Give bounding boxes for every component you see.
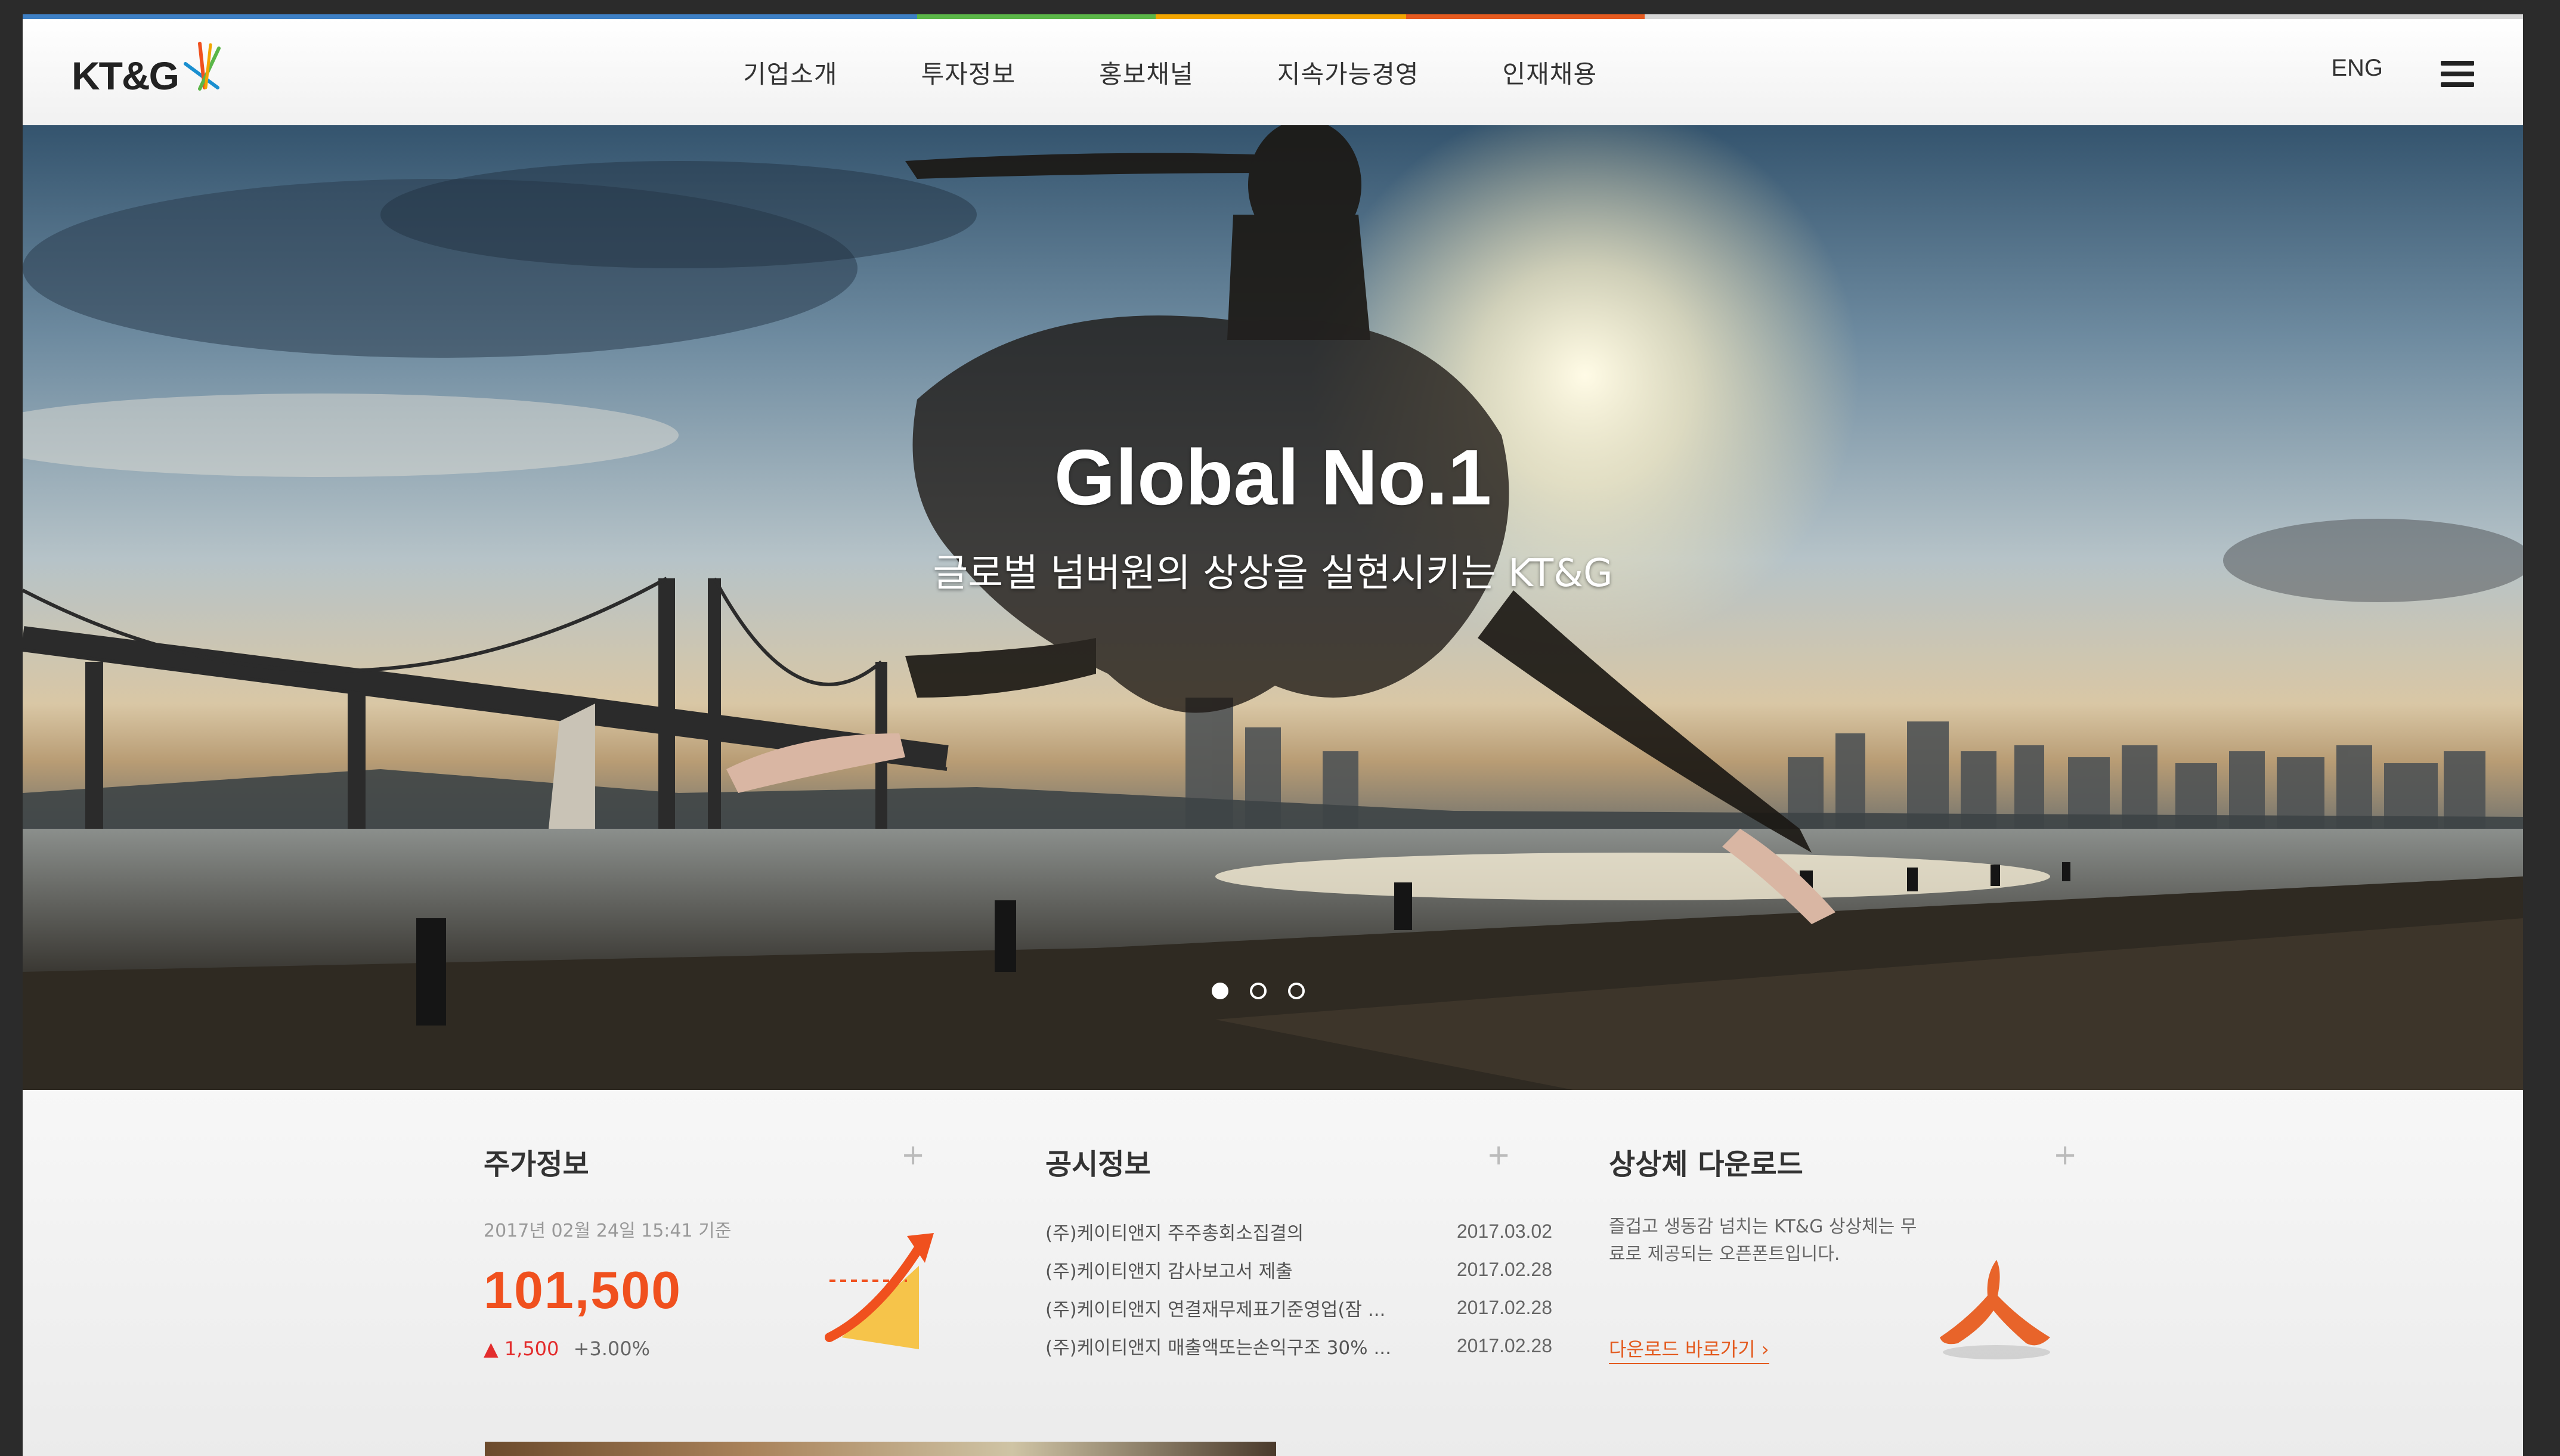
site-header: KT&G 기업소개 투자정보 홍보채널 지속가능경영 인재채용 ENG	[23, 19, 2523, 126]
notice-item-title: (주)케이티앤지 감사보고서 제출	[1045, 1260, 1293, 1282]
accent-bar-gray	[1645, 14, 2523, 19]
stock-change-value: 1,500	[504, 1337, 559, 1360]
download-link-label: 다운로드 바로가기	[1609, 1338, 1756, 1361]
slide-dot-1[interactable]	[1212, 983, 1228, 999]
slide-dot-3[interactable]	[1288, 983, 1305, 999]
logo[interactable]: KT&G	[72, 42, 224, 109]
plus-icon[interactable]: +	[2053, 1138, 2077, 1172]
list-item[interactable]: (주)케이티앤지 연결재무제표기준영업(잠 ... 2017.02.28	[1045, 1288, 1558, 1327]
hero-title: Global No.1	[1054, 433, 1492, 521]
next-section-preview	[485, 1442, 1276, 1456]
notice-item-title: (주)케이티앤지 연결재무제표기준영업(잠 ...	[1045, 1299, 1386, 1321]
notice-item-title: (주)케이티앤지 주주총회소집결의	[1045, 1222, 1304, 1244]
notice-item-date: 2017.02.28	[1456, 1296, 1552, 1318]
hero-subtitle: 글로벌 넘버원의 상상을 실현시키는 KT&G	[933, 552, 1613, 596]
notice-list: (주)케이티앤지 주주총회소집결의 2017.03.02 (주)케이티앤지 감사…	[1045, 1212, 1558, 1365]
hamburger-icon[interactable]	[2441, 61, 2474, 87]
font-download-description: 즐겁고 생동감 넘치는 KT&G 상상체는 무료로 제공되는 오픈폰트입니다.	[1609, 1216, 1917, 1265]
nav-item-careers[interactable]: 인재채용	[1503, 54, 1598, 91]
stock-change-pct: +3.00%	[573, 1337, 651, 1360]
stock-card: 주가정보 + 2017년 02월 24일 15:41 기준 101,500 ▲ …	[484, 1138, 996, 1415]
accent-bar-yellow	[1156, 14, 1406, 19]
info-section: 주가정보 + 2017년 02월 24일 15:41 기준 101,500 ▲ …	[23, 1090, 2523, 1456]
stock-date: 2017년 02월 24일 15:41 기준	[484, 1220, 732, 1241]
hero-photo	[23, 125, 2523, 1090]
logo-mark-icon	[183, 42, 221, 91]
list-item[interactable]: (주)케이티앤지 주주총회소집결의 2017.03.02	[1045, 1212, 1558, 1250]
notice-item-date: 2017.03.02	[1456, 1220, 1552, 1242]
logo-text: KT&G	[72, 54, 179, 98]
font-download-title: 상상체 다운로드	[1609, 1148, 1803, 1181]
plus-icon[interactable]: +	[901, 1138, 925, 1172]
up-arrow-icon: ▲	[484, 1337, 499, 1360]
accent-bar-green	[917, 14, 1156, 19]
nav-item-sustainability[interactable]: 지속가능경영	[1277, 54, 1419, 91]
hero-banner: Global No.1 글로벌 넘버원의 상상을 실현시키는 KT&G	[23, 125, 2523, 1090]
notice-item-title: (주)케이티앤지 매출액또는손익구조 30% ...	[1045, 1337, 1391, 1359]
list-item[interactable]: (주)케이티앤지 매출액또는손익구조 30% ... 2017.02.28	[1045, 1327, 1558, 1365]
plus-icon[interactable]: +	[1487, 1138, 1510, 1172]
accent-bar-blue	[23, 14, 917, 19]
nav-item-pr[interactable]: 홍보채널	[1099, 54, 1194, 91]
stock-price: 101,500	[484, 1260, 682, 1319]
notice-item-date: 2017.02.28	[1456, 1334, 1552, 1356]
stock-change: ▲ 1,500 +3.00%	[484, 1337, 650, 1360]
accent-bar-orange	[1406, 14, 1645, 19]
font-download-card: 상상체 다운로드 + 즐겁고 생동감 넘치는 KT&G 상상체는 무료로 제공되…	[1609, 1138, 2122, 1415]
language-toggle[interactable]: ENG	[2331, 55, 2383, 82]
stock-title: 주가정보	[484, 1148, 589, 1181]
nav-item-company[interactable]: 기업소개	[743, 54, 838, 91]
nav-item-investor[interactable]: 투자정보	[921, 54, 1016, 91]
list-item[interactable]: (주)케이티앤지 감사보고서 제출 2017.02.28	[1045, 1250, 1558, 1288]
main-nav: 기업소개 투자정보 홍보채널 지속가능경영 인재채용	[743, 19, 1680, 125]
font-logo-icon	[1940, 1260, 2050, 1359]
slide-dot-2[interactable]	[1250, 983, 1267, 999]
notice-card: 공시정보 + (주)케이티앤지 주주총회소집결의 2017.03.02 (주)케…	[1045, 1138, 1558, 1415]
slide-pager	[1212, 983, 1326, 999]
rising-arrow-icon	[825, 1233, 934, 1349]
browser-page: KT&G 기업소개 투자정보 홍보채널 지속가능경영 인재채용 ENG Glob…	[23, 14, 2523, 1456]
notice-item-date: 2017.02.28	[1456, 1258, 1552, 1280]
notice-title: 공시정보	[1045, 1148, 1151, 1181]
chevron-right-icon: ›	[1761, 1338, 1769, 1361]
download-link[interactable]: 다운로드 바로가기 ›	[1609, 1334, 1769, 1364]
